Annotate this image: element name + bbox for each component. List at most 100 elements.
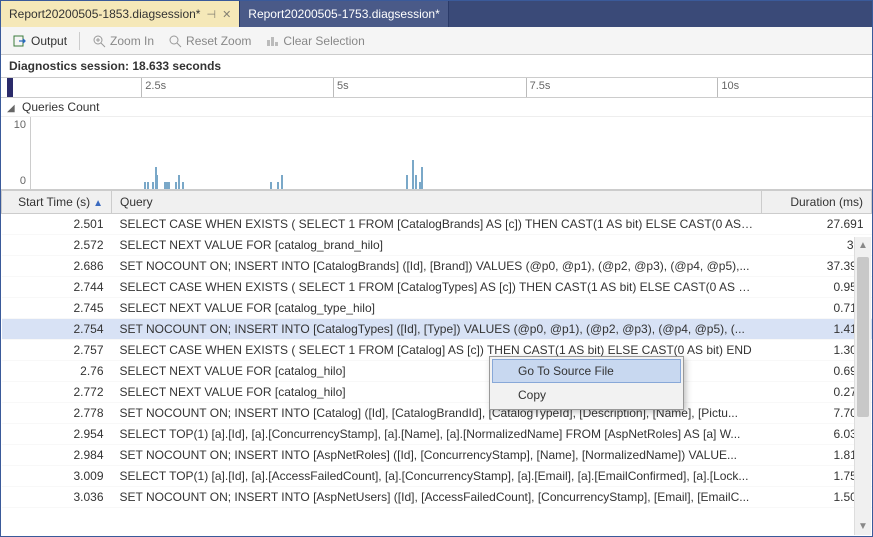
table-row[interactable]: 2.76SELECT NEXT VALUE FOR [catalog_hilo]… (2, 361, 872, 382)
close-icon[interactable]: ✕ (222, 8, 231, 21)
clear-selection-label: Clear Selection (283, 34, 364, 48)
table-row[interactable]: 2.572SELECT NEXT VALUE FOR [catalog_bran… (2, 235, 872, 256)
chart-bar (277, 182, 279, 189)
tab-report-1753[interactable]: Report20200505-1753.diagsession* (240, 1, 448, 27)
table-row[interactable]: 2.744SELECT CASE WHEN EXISTS ( SELECT 1 … (2, 277, 872, 298)
cell-start: 2.757 (2, 340, 112, 361)
tab-report-1853[interactable]: Report20200505-1853.diagsession* ⊣ ✕ (1, 1, 240, 27)
table-row[interactable]: 2.754SET NOCOUNT ON; INSERT INTO [Catalo… (2, 319, 872, 340)
ruler-tick: 7.5s (526, 78, 551, 97)
col-duration[interactable]: Duration (ms) (762, 191, 872, 214)
timeline-ruler[interactable]: 2.5s 5s 7.5s 10s (1, 78, 872, 98)
table-row[interactable]: 3.009SELECT TOP(1) [a].[Id], [a].[Access… (2, 466, 872, 487)
output-label: Output (31, 34, 67, 48)
scroll-up-icon[interactable]: ▲ (855, 237, 871, 254)
cell-start: 3.009 (2, 466, 112, 487)
cell-query: SELECT CASE WHEN EXISTS ( SELECT 1 FROM … (112, 277, 762, 298)
cell-query: SELECT TOP(1) [a].[Id], [a].[Concurrency… (112, 424, 762, 445)
cell-start: 2.686 (2, 256, 112, 277)
cell-query: SET NOCOUNT ON; INSERT INTO [AspNetRoles… (112, 445, 762, 466)
table-row[interactable]: 2.984SET NOCOUNT ON; INSERT INTO [AspNet… (2, 445, 872, 466)
cell-start: 2.76 (2, 361, 112, 382)
cell-start: 2.745 (2, 298, 112, 319)
ctx-goto-source[interactable]: Go To Source File (492, 359, 681, 383)
chart-bar (156, 182, 158, 189)
queries-table-wrap: Start Time (s)▲ Query Duration (ms) 2.50… (1, 190, 872, 524)
chart-bar (406, 175, 408, 189)
tab-label: Report20200505-1753.diagsession* (248, 7, 439, 21)
ruler-tick: 10s (717, 78, 739, 97)
y-max: 10 (14, 119, 26, 131)
cell-start: 2.572 (2, 235, 112, 256)
cell-duration: 27.691 (762, 214, 872, 235)
cell-query: SET NOCOUNT ON; INSERT INTO [CatalogType… (112, 319, 762, 340)
ctx-copy[interactable]: Copy (492, 383, 681, 407)
cell-start: 2.778 (2, 403, 112, 424)
scroll-down-icon[interactable]: ▼ (855, 518, 871, 535)
separator (79, 32, 80, 50)
cell-query: SELECT NEXT VALUE FOR [catalog_type_hilo… (112, 298, 762, 319)
cell-query: SET NOCOUNT ON; INSERT INTO [AspNetUsers… (112, 487, 762, 508)
reset-zoom-button[interactable]: Reset Zoom (162, 31, 257, 51)
table-row[interactable]: 2.501SELECT CASE WHEN EXISTS ( SELECT 1 … (2, 214, 872, 235)
cell-start: 2.984 (2, 445, 112, 466)
document-tabs: Report20200505-1853.diagsession* ⊣ ✕ Rep… (1, 1, 872, 27)
session-label: Diagnostics session: 18.633 seconds (1, 55, 872, 78)
clear-selection-icon (265, 34, 279, 48)
queries-table: Start Time (s)▲ Query Duration (ms) 2.50… (1, 190, 872, 508)
chart-bar (182, 182, 184, 189)
ruler-tick: 5s (333, 78, 349, 97)
context-menu: Go To Source File Copy (489, 356, 684, 410)
queries-chart-section: ◢ Queries Count 10 0 (1, 98, 872, 190)
clear-selection-button[interactable]: Clear Selection (259, 31, 370, 51)
toolbar: Output Zoom In Reset Zoom Clear Selectio… (1, 27, 872, 55)
col-start-time[interactable]: Start Time (s)▲ (2, 191, 112, 214)
ruler-tick: 2.5s (141, 78, 166, 97)
chart-bar (270, 182, 272, 189)
chart-bar (147, 182, 149, 189)
zoom-in-button[interactable]: Zoom In (86, 31, 160, 51)
zoom-in-label: Zoom In (110, 34, 154, 48)
sort-asc-icon: ▲ (93, 198, 103, 209)
output-button[interactable]: Output (7, 31, 73, 51)
table-row[interactable]: 2.772SELECT NEXT VALUE FOR [catalog_hilo… (2, 382, 872, 403)
reset-zoom-icon (168, 34, 182, 48)
cell-start: 2.754 (2, 319, 112, 340)
cell-start: 2.501 (2, 214, 112, 235)
col-query[interactable]: Query (112, 191, 762, 214)
collapse-icon[interactable]: ◢ (7, 103, 15, 114)
scroll-thumb[interactable] (857, 257, 869, 417)
output-icon (13, 34, 27, 48)
pin-icon[interactable]: ⊣ (206, 8, 216, 21)
table-row[interactable]: 2.954SELECT TOP(1) [a].[Id], [a].[Concur… (2, 424, 872, 445)
chart-title: Queries Count (22, 100, 99, 114)
chart-bar (415, 175, 417, 189)
chart-bar (178, 175, 180, 189)
ruler-start-marker (7, 78, 13, 97)
chart-bar (281, 175, 283, 189)
vertical-scrollbar[interactable]: ▲ ▼ (854, 237, 871, 535)
cell-start: 2.744 (2, 277, 112, 298)
zoom-in-icon (92, 34, 106, 48)
y-min: 0 (20, 175, 26, 187)
table-row[interactable]: 2.757SELECT CASE WHEN EXISTS ( SELECT 1 … (2, 340, 872, 361)
cell-query: SELECT TOP(1) [a].[Id], [a].[AccessFaile… (112, 466, 762, 487)
table-row[interactable]: 2.778SET NOCOUNT ON; INSERT INTO [Catalo… (2, 403, 872, 424)
chart-y-axis: 10 0 (1, 117, 31, 189)
table-row[interactable]: 3.036SET NOCOUNT ON; INSERT INTO [AspNet… (2, 487, 872, 508)
chart-bar (421, 167, 423, 189)
cell-start: 2.772 (2, 382, 112, 403)
chart-plot-area[interactable] (31, 117, 872, 189)
table-row[interactable]: 2.686SET NOCOUNT ON; INSERT INTO [Catalo… (2, 256, 872, 277)
chart-bar (168, 182, 170, 189)
table-row[interactable]: 2.745SELECT NEXT VALUE FOR [catalog_type… (2, 298, 872, 319)
cell-query: SELECT NEXT VALUE FOR [catalog_brand_hil… (112, 235, 762, 256)
chart-title-row: ◢ Queries Count (1, 98, 872, 117)
tab-label: Report20200505-1853.diagsession* (9, 7, 200, 21)
cell-start: 3.036 (2, 487, 112, 508)
cell-start: 2.954 (2, 424, 112, 445)
chart-bar (144, 182, 146, 189)
reset-zoom-label: Reset Zoom (186, 34, 251, 48)
cell-query: SET NOCOUNT ON; INSERT INTO [CatalogBran… (112, 256, 762, 277)
cell-query: SELECT CASE WHEN EXISTS ( SELECT 1 FROM … (112, 214, 762, 235)
